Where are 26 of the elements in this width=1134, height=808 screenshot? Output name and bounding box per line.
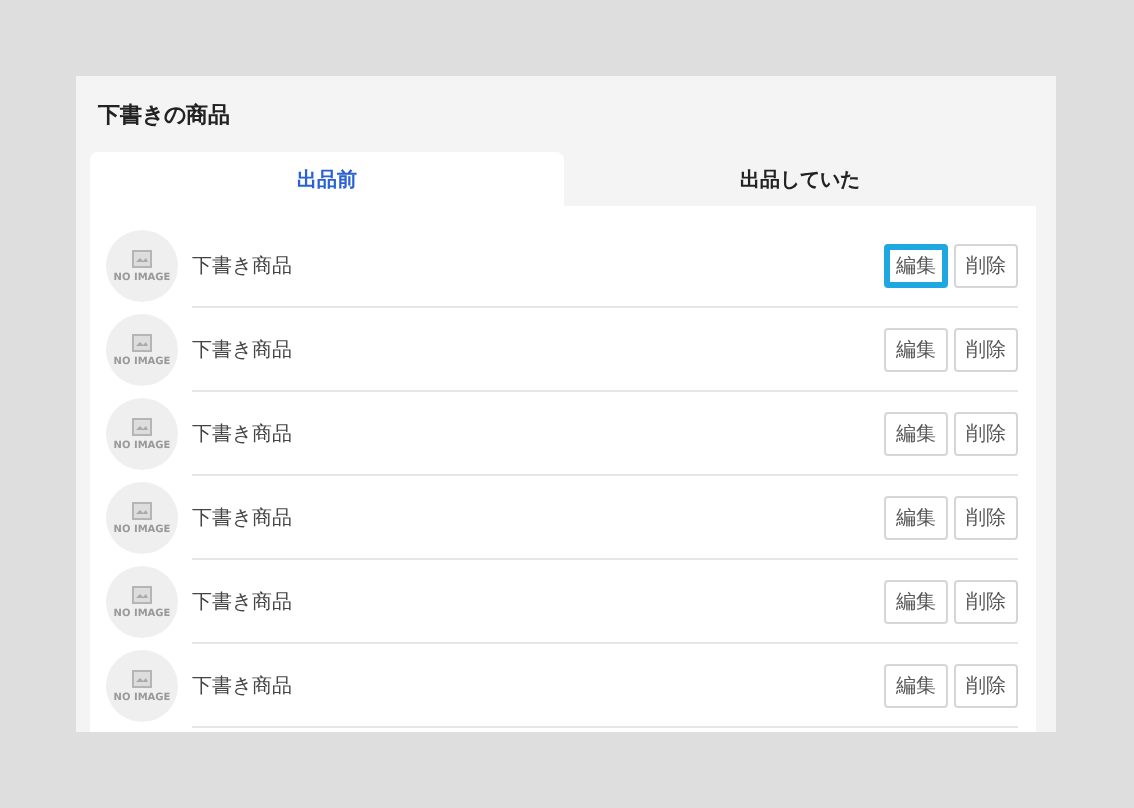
delete-button[interactable]: 削除 [954,495,1018,539]
edit-button[interactable]: 編集 [884,327,948,371]
image-icon [132,501,152,519]
item-name: 下書き商品 [192,673,294,699]
item-name: 下書き商品 [192,337,294,363]
edit-button[interactable]: 編集 [884,411,948,455]
delete-button[interactable]: 削除 [954,411,1018,455]
edit-button[interactable]: 編集 [884,495,948,539]
edit-button[interactable]: 編集 [884,663,948,707]
delete-button[interactable]: 削除 [954,327,1018,371]
panel-title: 下書きの商品 [98,99,230,129]
item-name: 下書き商品 [192,253,294,279]
image-icon [132,585,152,603]
delete-button[interactable]: 削除 [954,243,1018,287]
item-name: 下書き商品 [192,589,294,615]
delete-button[interactable]: 削除 [954,579,1018,623]
image-icon [132,249,152,267]
image-icon [132,417,152,435]
item-name: 下書き商品 [192,505,294,531]
item-name: 下書き商品 [192,421,294,447]
edit-button[interactable]: 編集 [884,243,948,287]
tab[interactable]: 出品前 [90,152,563,206]
delete-button[interactable]: 削除 [954,663,1018,707]
image-icon [132,333,152,351]
edit-button[interactable]: 編集 [884,579,948,623]
image-icon [132,669,152,687]
